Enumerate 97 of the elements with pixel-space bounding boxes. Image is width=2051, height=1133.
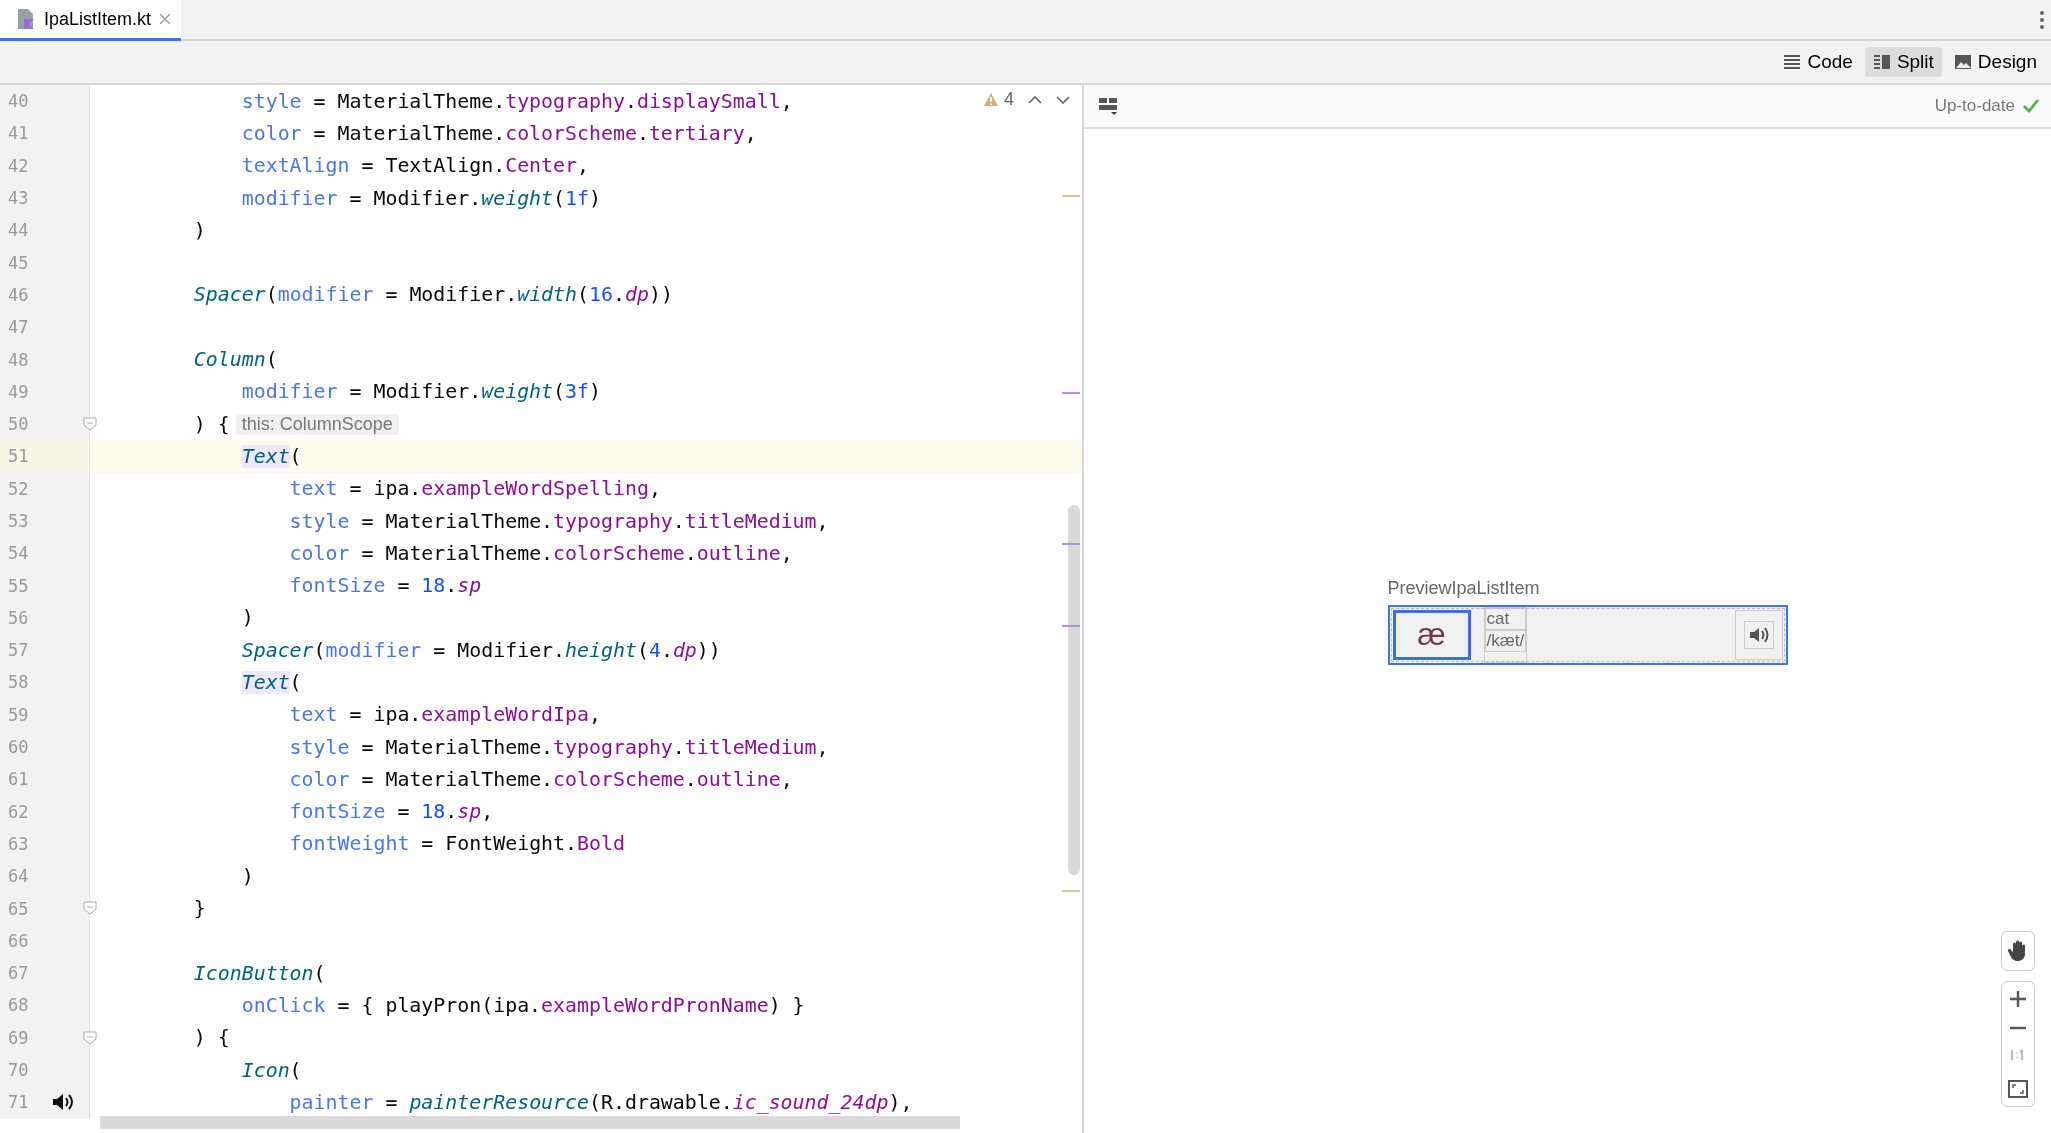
kotlin-file-icon <box>16 8 36 30</box>
word-ipa: /kæt/ <box>1484 629 1527 652</box>
error-stripe-mark[interactable] <box>1062 543 1080 545</box>
line-number: 59 <box>7 704 30 725</box>
line-number: 57 <box>7 640 30 661</box>
line-number: 52 <box>7 478 30 499</box>
code-line: style = MaterialTheme.typography.titleMedium, <box>289 735 829 759</box>
view-mode-button[interactable]: Design <box>1945 47 2045 77</box>
line-number: 49 <box>7 381 30 402</box>
status-text: Up-to-date <box>1934 96 2015 116</box>
code-line: style = MaterialTheme.typography.displaySmall, <box>241 89 793 113</box>
code-line: ) <box>193 218 206 242</box>
code-line: modifier = Modifier.weight(1f) <box>241 186 601 210</box>
line-number: 68 <box>7 995 30 1016</box>
line-number: 50 <box>7 414 30 435</box>
next-icon[interactable] <box>1056 94 1070 105</box>
preview-card[interactable]: æ cat /kæt/ <box>1387 604 1788 665</box>
line-number: 44 <box>7 220 30 241</box>
image-icon <box>1953 54 1972 70</box>
line-number: 47 <box>7 317 30 338</box>
vertical-scrollbar[interactable] <box>1068 505 1080 875</box>
code-line: Spacer(modifier = Modifier.height(4.dp)) <box>241 638 721 662</box>
close-icon[interactable] <box>159 13 172 25</box>
code-line: fontSize = 18.sp <box>289 574 482 598</box>
line-number: 48 <box>7 349 30 370</box>
layout-icon[interactable] <box>1098 96 1118 116</box>
code-line: ) <box>241 606 254 630</box>
line-number: 40 <box>7 91 30 112</box>
code-line: ) <box>241 864 254 888</box>
code-line: color = MaterialTheme.colorScheme.outline, <box>289 541 793 565</box>
code-line: } <box>193 897 206 921</box>
line-number: 71 <box>7 1092 30 1113</box>
code-line: style = MaterialTheme.typography.titleMedium, <box>289 509 829 533</box>
speaker-icon[interactable] <box>1748 625 1769 644</box>
ipa-symbol: æ <box>1392 609 1471 660</box>
fold-icon[interactable] <box>83 901 97 916</box>
line-number: 60 <box>7 737 30 758</box>
line-number: 64 <box>7 866 30 887</box>
code-line: textAlign = TextAlign.Center, <box>241 154 589 178</box>
line-number: 61 <box>7 769 30 790</box>
code-line: ) { <box>193 412 230 436</box>
code-line: text = ipa.exampleWordSpelling, <box>289 477 661 501</box>
code-line: color = MaterialTheme.colorScheme.tertiary, <box>241 121 757 145</box>
error-stripe-mark[interactable] <box>1062 625 1080 627</box>
view-mode-button[interactable]: Split <box>1864 47 1942 77</box>
previous-icon[interactable] <box>1028 94 1042 105</box>
fit-screen-icon[interactable] <box>2008 1080 2028 1098</box>
tab-label: IpaListItem.kt <box>44 8 152 30</box>
line-number: 70 <box>7 1060 30 1081</box>
line-number: 46 <box>7 284 30 305</box>
warning-count[interactable]: 4 <box>983 89 1014 110</box>
line-number: 53 <box>7 511 30 531</box>
line-number: 54 <box>7 543 30 564</box>
line-number: 65 <box>7 898 30 919</box>
error-stripe-mark[interactable] <box>1062 890 1080 892</box>
error-stripe-mark[interactable] <box>1062 195 1080 197</box>
code-line: modifier = Modifier.weight(3f) <box>241 380 601 404</box>
line-number: 55 <box>7 575 30 596</box>
word-spelling: cat <box>1484 607 1527 630</box>
code-line: color = MaterialTheme.colorScheme.outline, <box>289 767 793 791</box>
code-line: Spacer(modifier = Modifier.width(16.dp)) <box>193 283 673 307</box>
pan-hand-icon[interactable] <box>2008 940 2028 962</box>
split-view-icon <box>1872 54 1891 70</box>
line-number: 42 <box>7 155 30 176</box>
check-icon <box>2023 99 2039 113</box>
preview-title: PreviewIpaListItem <box>1387 577 1541 599</box>
code-line: Icon( <box>241 1058 302 1082</box>
zoom-out-icon[interactable] <box>2009 1026 2027 1030</box>
view-mode-button[interactable]: Code <box>1775 47 1861 77</box>
line-number: 67 <box>7 963 30 984</box>
line-number: 58 <box>7 672 30 693</box>
line-number: 51 <box>7 446 30 467</box>
fold-icon[interactable] <box>83 416 97 431</box>
line-number: 56 <box>7 607 30 628</box>
code-line: IconButton( <box>193 961 326 985</box>
code-line: onClick = { playPron(ipa.exampleWordPronName) } <box>241 993 805 1017</box>
line-number: 63 <box>7 833 30 854</box>
line-number: 43 <box>7 188 30 209</box>
code-line: text = ipa.exampleWordIpa, <box>289 703 601 727</box>
code-line: Column( <box>193 348 278 371</box>
line-number: 69 <box>7 1027 30 1048</box>
more-options-icon[interactable] <box>2039 9 2045 30</box>
line-number: 45 <box>7 252 30 273</box>
error-stripe-mark[interactable] <box>1062 392 1080 394</box>
file-tab[interactable]: IpaListItem.kt <box>0 0 182 41</box>
zoom-in-icon[interactable] <box>2009 990 2027 1008</box>
line-number: 62 <box>7 801 30 822</box>
horizontal-scrollbar[interactable] <box>100 1116 960 1129</box>
code-line: fontSize = 18.sp, <box>289 800 494 824</box>
code-line: ) { <box>193 1026 230 1050</box>
lines-icon <box>1783 54 1802 70</box>
code-line: fontWeight = FontWeight.Bold <box>289 832 625 856</box>
fold-icon[interactable] <box>83 1030 97 1045</box>
code-line: painter = painterResource(R.drawable.ic_sound_24dp), <box>289 1090 913 1114</box>
line-number: 66 <box>7 930 30 951</box>
inlay-hint: this: ColumnScope <box>235 413 399 435</box>
line-number: 41 <box>7 123 30 144</box>
